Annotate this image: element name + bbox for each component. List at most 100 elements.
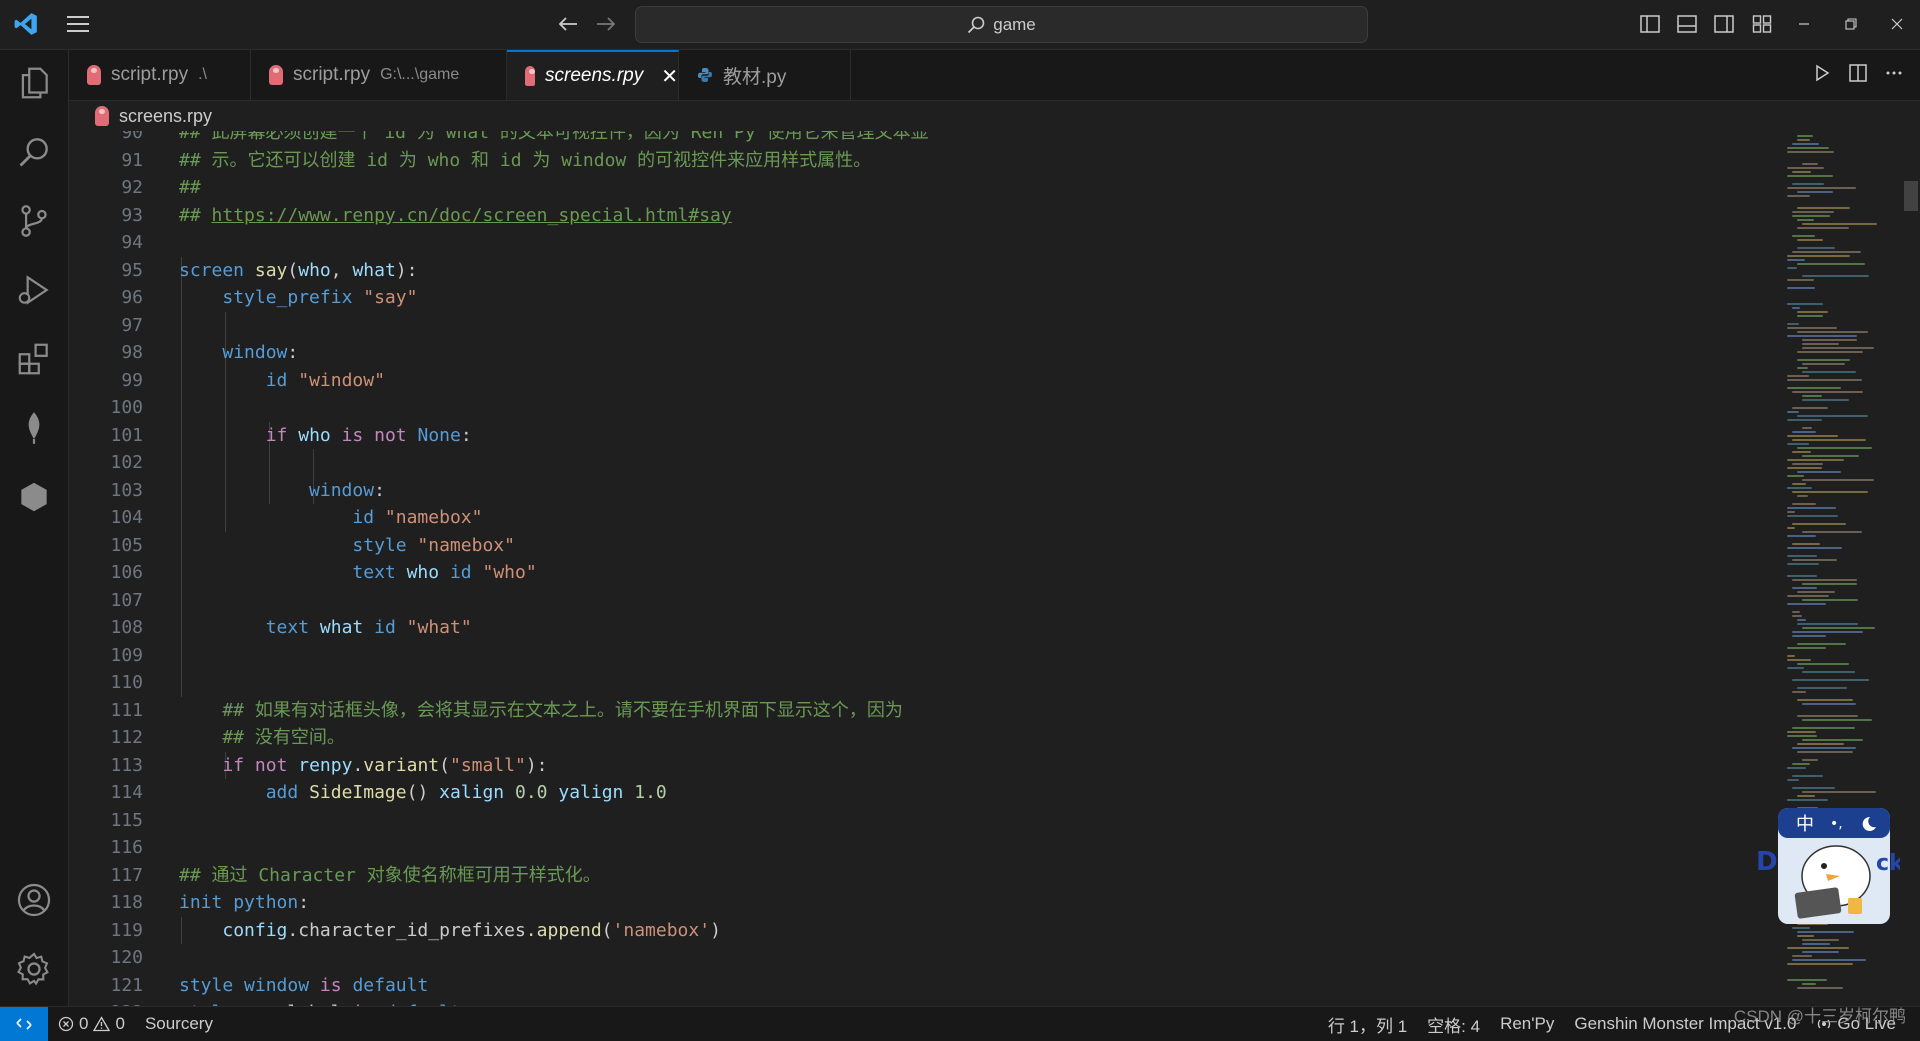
code-line[interactable]: 108 text what id "what" <box>69 614 1769 642</box>
code-line[interactable]: 99 id "window" <box>69 367 1769 395</box>
indentation-setting[interactable]: 空格: 4 <box>1417 1012 1490 1037</box>
hexagon-extension-icon[interactable] <box>0 467 68 527</box>
line-code: text who id "who" <box>352 562 537 583</box>
line-number: 102 <box>110 452 143 473</box>
csdn-watermark: CSDN @十三岁柯尔鸭 <box>1733 1007 1906 1026</box>
code-editor[interactable]: 90 ## 此屏幕必须创建一个 id 为 what 的文本可视控件，因为 Ren'… <box>69 131 1920 1006</box>
code-line[interactable]: 114 add SideImage() xalign 0.0 yalign 1.… <box>69 779 1769 807</box>
line-number: 91 <box>121 149 143 171</box>
code-line[interactable]: 121 style window is default <box>69 972 1769 1000</box>
code-line[interactable]: 102 <box>69 449 1769 477</box>
code-lines: 90 ## 此屏幕必须创建一个 id 为 what 的文本可视控件，因为 Ren'… <box>69 131 1769 1006</box>
toggle-panel-icon[interactable] <box>1673 10 1701 38</box>
code-line[interactable]: 119 config.character_id_prefixes.append(… <box>69 917 1769 945</box>
warning-icon <box>93 1016 111 1032</box>
explorer-icon[interactable] <box>0 53 68 113</box>
line-code: id "window" <box>265 369 385 391</box>
code-line[interactable]: 97 <box>69 312 1769 340</box>
source-control-icon[interactable] <box>0 191 68 251</box>
line-code: ## 示。它还可以创建 id 为 who 和 id 为 window 的可视控件… <box>179 149 872 171</box>
back-arrow-icon[interactable] <box>552 8 584 40</box>
language-mode[interactable]: Ren'Py <box>1490 1014 1564 1034</box>
code-line[interactable]: 91 ## 示。它还可以创建 id 为 who 和 id 为 window 的可视… <box>69 147 1769 175</box>
problems-indicator[interactable]: 0 0 <box>48 1014 135 1034</box>
code-line[interactable]: 109 <box>69 642 1769 670</box>
toggle-primary-sidebar-icon[interactable] <box>1636 10 1664 38</box>
line-code: if not renpy.variant("small"): <box>222 754 548 776</box>
line-code: init python: <box>179 892 310 913</box>
toggle-secondary-sidebar-icon[interactable] <box>1710 10 1738 38</box>
search-sidebar-icon[interactable] <box>0 122 68 182</box>
code-line[interactable]: 116 <box>69 834 1769 862</box>
code-line[interactable]: 90 ## 此屏幕必须创建一个 id 为 what 的文本可视控件，因为 Ren'… <box>69 131 1769 147</box>
line-number: 119 <box>110 919 143 941</box>
line-number: 110 <box>110 672 143 693</box>
tab-screens-rpy[interactable]: screens.rpy ✕ <box>507 50 679 100</box>
extensions-icon[interactable] <box>0 329 68 389</box>
code-line[interactable]: 100 <box>69 394 1769 422</box>
language-label: Ren'Py <box>1500 1014 1555 1033</box>
tab-label: screens.rpy <box>545 65 644 86</box>
scroll-thumb[interactable] <box>1904 181 1918 211</box>
code-line[interactable]: 111 ## 如果有对话框头像，会将其显示在文本之上。请不要在手机界面下显示这个… <box>69 697 1769 725</box>
tab-script-rpy-2[interactable]: script.rpy G:\...\game <box>251 50 507 100</box>
run-file-icon[interactable] <box>1812 63 1832 88</box>
code-line[interactable]: 93 ## https://www.renpy.cn/doc/screen_spe… <box>69 202 1769 230</box>
code-line[interactable]: 118 init python: <box>69 889 1769 917</box>
line-number: 96 <box>121 287 143 308</box>
line-number: 118 <box>110 892 143 913</box>
code-line[interactable]: 110 <box>69 669 1769 697</box>
code-line[interactable]: 106 text who id "who" <box>69 559 1769 587</box>
code-line[interactable]: 117 ## 通过 Character 对象使名称框可用于样式化。 <box>69 862 1769 890</box>
cursor-position-label: 行 1，列 1 <box>1327 1016 1408 1036</box>
forward-arrow-icon[interactable] <box>590 8 622 40</box>
breadcrumb-file[interactable]: screens.rpy <box>119 106 212 127</box>
close-window-icon[interactable] <box>1883 10 1911 38</box>
code-line[interactable]: 115 <box>69 807 1769 835</box>
code-line[interactable]: 103 window: <box>69 477 1769 505</box>
vertical-scrollbar[interactable] <box>1902 131 1920 1006</box>
code-line[interactable]: 112 ## 没有空间。 <box>69 724 1769 752</box>
sourcery-status[interactable]: Sourcery <box>135 1014 223 1034</box>
restore-icon[interactable] <box>1837 10 1865 38</box>
code-line[interactable]: 122 style say_label is default <box>69 999 1769 1006</box>
line-code: style say_label is default <box>179 999 461 1006</box>
code-line[interactable]: 96 style_prefix "say" <box>69 284 1769 312</box>
renpy-file-icon <box>95 106 109 126</box>
menu-icon[interactable] <box>60 8 96 40</box>
code-line[interactable]: 104 id "namebox" <box>69 504 1769 532</box>
code-line[interactable]: 94 <box>69 229 1769 257</box>
more-actions-icon[interactable] <box>1884 63 1904 88</box>
editor-tab-bar: script.rpy .\ script.rpy G:\...\game scr… <box>69 50 1920 101</box>
code-line[interactable]: 120 <box>69 944 1769 972</box>
code-line[interactable]: 113 if not renpy.variant("small"): <box>69 752 1769 780</box>
customize-layout-icon[interactable] <box>1748 10 1776 38</box>
minimize-icon[interactable] <box>1790 10 1818 38</box>
code-line[interactable]: 92 ## <box>69 174 1769 202</box>
code-line[interactable]: 101 if who is not None: <box>69 422 1769 450</box>
line-number: 99 <box>121 369 143 391</box>
settings-gear-icon[interactable] <box>0 939 68 999</box>
code-line[interactable]: 95 screen say(who, what): <box>69 257 1769 285</box>
tab-script-rpy-1[interactable]: script.rpy .\ <box>69 50 251 100</box>
status-bar: 0 0 Sourcery 行 1，列 1 空格: 4 Ren'Py Genshi… <box>0 1006 1920 1041</box>
command-center-search[interactable]: game <box>635 6 1368 43</box>
tab-jiaocai-py[interactable]: 教材.py <box>679 50 851 100</box>
run-and-debug-icon[interactable] <box>0 260 68 320</box>
line-number: 122 <box>69 999 143 1006</box>
remote-indicator-icon[interactable] <box>0 1007 48 1041</box>
cursor-position[interactable]: 行 1，列 1 <box>1318 1012 1417 1037</box>
line-code: style "namebox" <box>352 534 515 556</box>
code-line[interactable]: 107 <box>69 587 1769 615</box>
close-tab-icon[interactable]: ✕ <box>661 64 678 89</box>
title-bar: game <box>0 0 1920 50</box>
code-line[interactable]: 105 style "namebox" <box>69 532 1769 560</box>
line-number: 103 <box>110 479 143 501</box>
accounts-icon[interactable] <box>0 870 68 930</box>
line-code: style window is default <box>179 974 429 996</box>
split-editor-icon[interactable] <box>1848 63 1868 88</box>
line-number: 97 <box>121 314 143 336</box>
mongodb-leaf-icon[interactable] <box>0 398 68 458</box>
vscode-logo-icon[interactable] <box>8 6 44 42</box>
code-line[interactable]: 98 window: <box>69 339 1769 367</box>
